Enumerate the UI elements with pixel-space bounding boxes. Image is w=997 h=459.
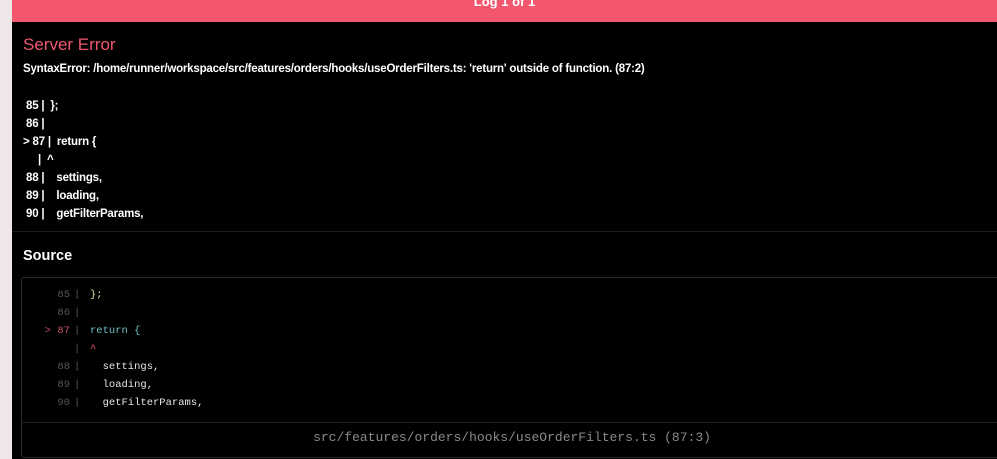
source-code-block: 85 | }; 86 | > 87 | return { | ^ 88 | se…: [22, 286, 204, 412]
line-code: };: [90, 289, 103, 301]
gutter-separator: |: [74, 289, 81, 301]
source-line: 88 | settings,: [22, 358, 159, 376]
error-caret: ^: [90, 343, 97, 355]
line-number: 86: [57, 307, 70, 319]
source-footer-divider: [22, 422, 997, 423]
code-frame-caret-line: | ^: [23, 154, 54, 166]
gutter-separator: |: [74, 325, 81, 337]
source-caret-line: | ^: [22, 340, 96, 358]
line-number: 90: [57, 397, 70, 409]
gutter-separator: |: [74, 343, 81, 355]
line-number: 88: [57, 361, 70, 373]
error-title: Server Error: [23, 35, 116, 54]
code-frame-line-highlighted: > 87 | return {: [23, 136, 97, 148]
error-overlay: Log 1 of 1 Server Error SyntaxError: /ho…: [12, 0, 997, 459]
error-message: SyntaxError: /home/runner/workspace/src/…: [23, 63, 645, 75]
source-line: 89 | loading,: [22, 376, 153, 394]
source-line: 90 | getFilterParams,: [22, 394, 203, 412]
log-counter: Log 1 of 1: [473, 0, 536, 9]
error-header-bar: Log 1 of 1: [12, 0, 997, 22]
section-divider: [12, 231, 997, 232]
source-panel: 85 | }; 86 | > 87 | return { | ^ 88 | se…: [21, 277, 997, 458]
line-number: 89: [57, 379, 70, 391]
code-frame-line: 90 | getFilterParams,: [23, 208, 144, 220]
gutter-separator: |: [74, 361, 81, 373]
gutter-separator: |: [74, 379, 81, 391]
line-code: getFilterParams,: [90, 397, 204, 409]
gutter-separator: |: [74, 307, 81, 319]
line-code: settings,: [90, 361, 160, 373]
line-code: return {: [90, 325, 141, 337]
source-file-link[interactable]: src/features/orders/hooks/useOrderFilter…: [22, 430, 997, 446]
source-heading: Source: [23, 248, 73, 264]
code-frame-line: 85 | };: [23, 100, 59, 112]
source-line-highlighted: > 87 | return {: [22, 322, 141, 340]
source-line: 85 | };: [22, 286, 102, 304]
line-code: loading,: [90, 379, 154, 391]
line-number: > 87: [44, 325, 70, 337]
code-frame-line: 86 |: [23, 118, 45, 130]
code-frame-line: 89 | loading,: [23, 190, 99, 202]
line-number: 85: [57, 289, 70, 301]
gutter-separator: |: [74, 397, 81, 409]
source-line: 86 |: [22, 304, 80, 322]
code-frame: 85 | }; 86 | > 87 | return { | ^ 88 | se…: [23, 97, 144, 223]
background-edge: [0, 0, 12, 459]
code-frame-line: 88 | settings,: [23, 172, 102, 184]
